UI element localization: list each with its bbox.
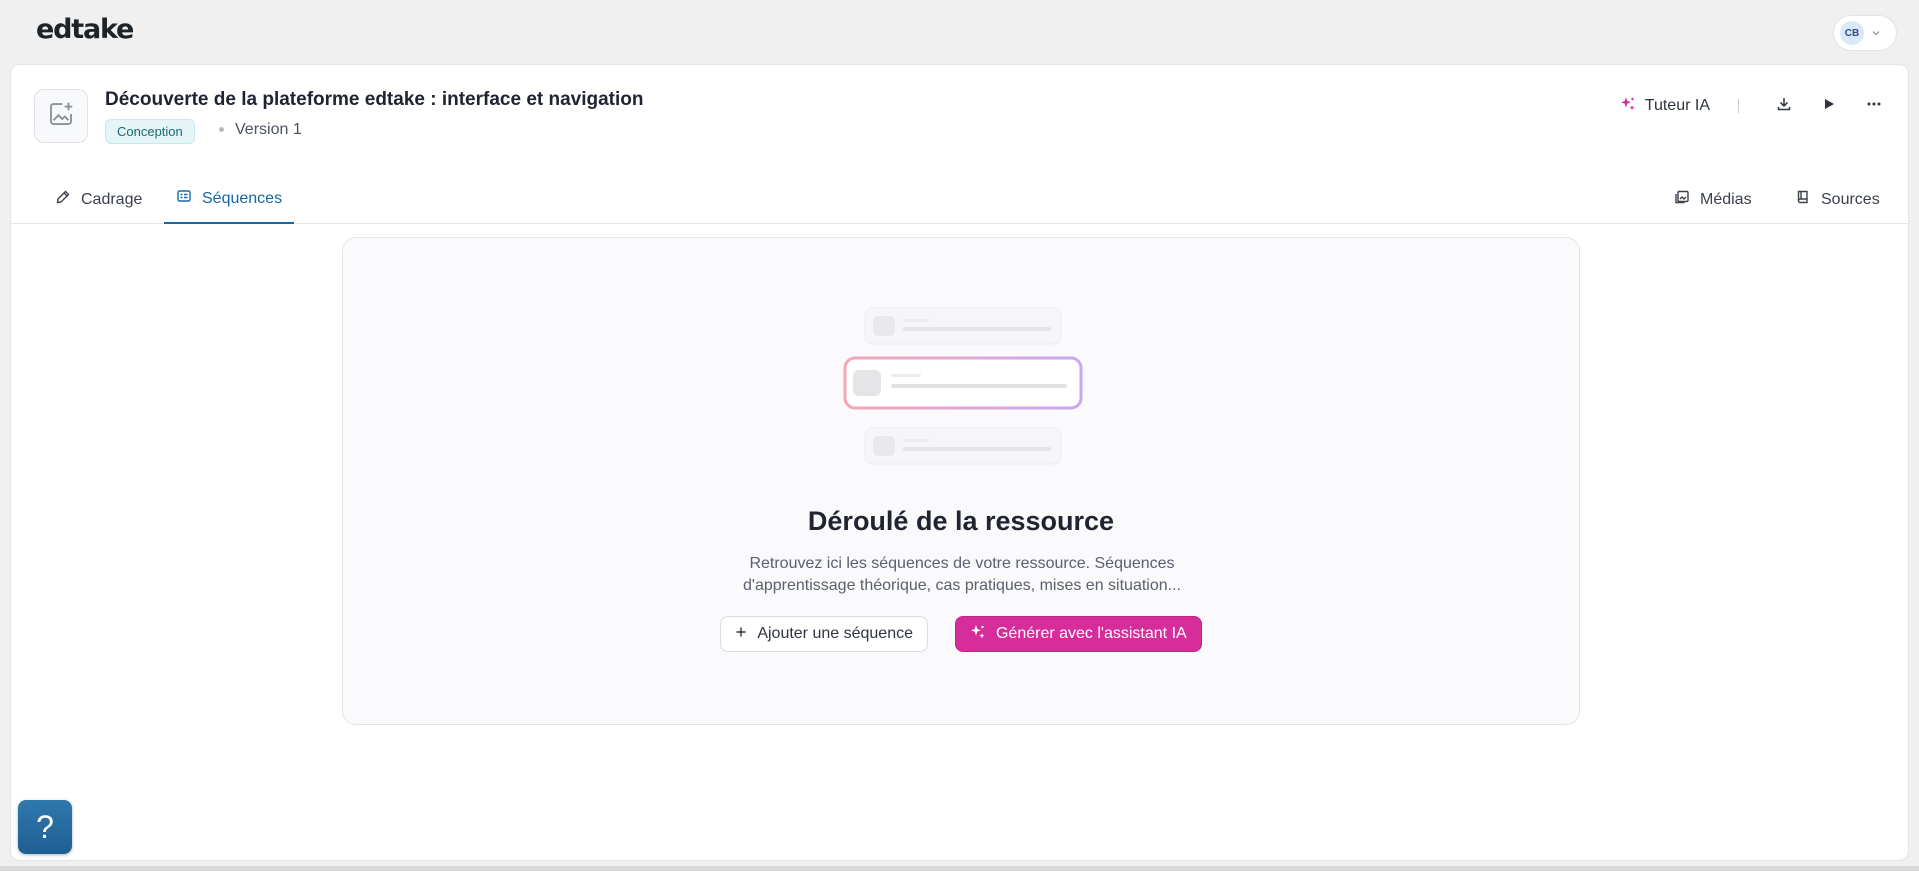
add-image-icon xyxy=(46,99,76,134)
empty-state-card: Déroulé de la ressource Retrouvez ici le… xyxy=(342,237,1580,725)
version-label: Version 1 xyxy=(235,121,302,138)
generate-ai-label: Générer avec l'assistant IA xyxy=(995,625,1187,642)
sparkles-icon xyxy=(970,624,986,645)
tab-cadrage[interactable]: Cadrage xyxy=(43,175,154,224)
main-panel: Découverte de la plateforme edtake : int… xyxy=(10,64,1910,861)
top-bar: edtake CB xyxy=(0,0,1919,64)
tab-sources[interactable]: Sources xyxy=(1783,175,1892,224)
resource-actions: Tuteur IA xyxy=(1610,88,1892,124)
help-button[interactable]: ? xyxy=(18,800,72,854)
resource-thumbnail[interactable] xyxy=(34,89,88,143)
ai-tutor-label: Tuteur IA xyxy=(1644,97,1710,114)
play-button[interactable] xyxy=(1811,88,1847,124)
user-menu[interactable]: CB xyxy=(1833,15,1897,51)
empty-state-title: Déroulé de la ressource xyxy=(807,506,1115,536)
generate-ai-button[interactable]: Générer avec l'assistant IA xyxy=(954,616,1202,652)
download-icon xyxy=(1776,96,1792,117)
add-sequence-button[interactable]: Ajouter une séquence xyxy=(720,616,928,652)
tab-label: Sources xyxy=(1821,190,1880,208)
play-icon xyxy=(1822,97,1836,116)
book-icon xyxy=(1795,189,1811,210)
tab-medias[interactable]: Médias xyxy=(1662,175,1764,224)
empty-state-description: Retrouvez ici les séquences de votre res… xyxy=(743,555,1181,594)
sparkles-icon xyxy=(1620,96,1636,117)
ai-tutor-button[interactable]: Tuteur IA xyxy=(1610,88,1720,124)
add-sequence-label: Ajouter une séquence xyxy=(757,625,913,642)
divider xyxy=(1738,99,1739,113)
empty-state-actions: Ajouter une séquence Générer avec l'assi… xyxy=(343,616,1579,652)
more-horizontal-icon xyxy=(1866,96,1882,117)
avatar: CB xyxy=(1840,21,1864,45)
tab-label: Cadrage xyxy=(81,190,143,208)
app-logo[interactable]: edtake xyxy=(36,14,134,45)
tab-sequences[interactable]: Séquences xyxy=(164,175,295,224)
download-button[interactable] xyxy=(1766,88,1802,124)
bottom-edge xyxy=(0,866,1919,871)
tab-label: Séquences xyxy=(202,189,283,207)
tab-label: Médias xyxy=(1700,190,1752,208)
resource-tabs: Cadrage Séquences Médias Sources xyxy=(11,175,1910,224)
pen-icon xyxy=(55,189,71,210)
separator-dot xyxy=(219,127,224,132)
list-icon xyxy=(176,188,192,209)
status-badge: Conception xyxy=(105,119,195,144)
chevron-down-icon xyxy=(1871,28,1881,38)
media-icon xyxy=(1674,189,1690,210)
resource-title: Découverte de la plateforme edtake : int… xyxy=(105,89,644,110)
more-options-button[interactable] xyxy=(1856,88,1892,124)
sequences-illustration-icon xyxy=(843,307,1083,465)
plus-icon xyxy=(735,625,747,643)
